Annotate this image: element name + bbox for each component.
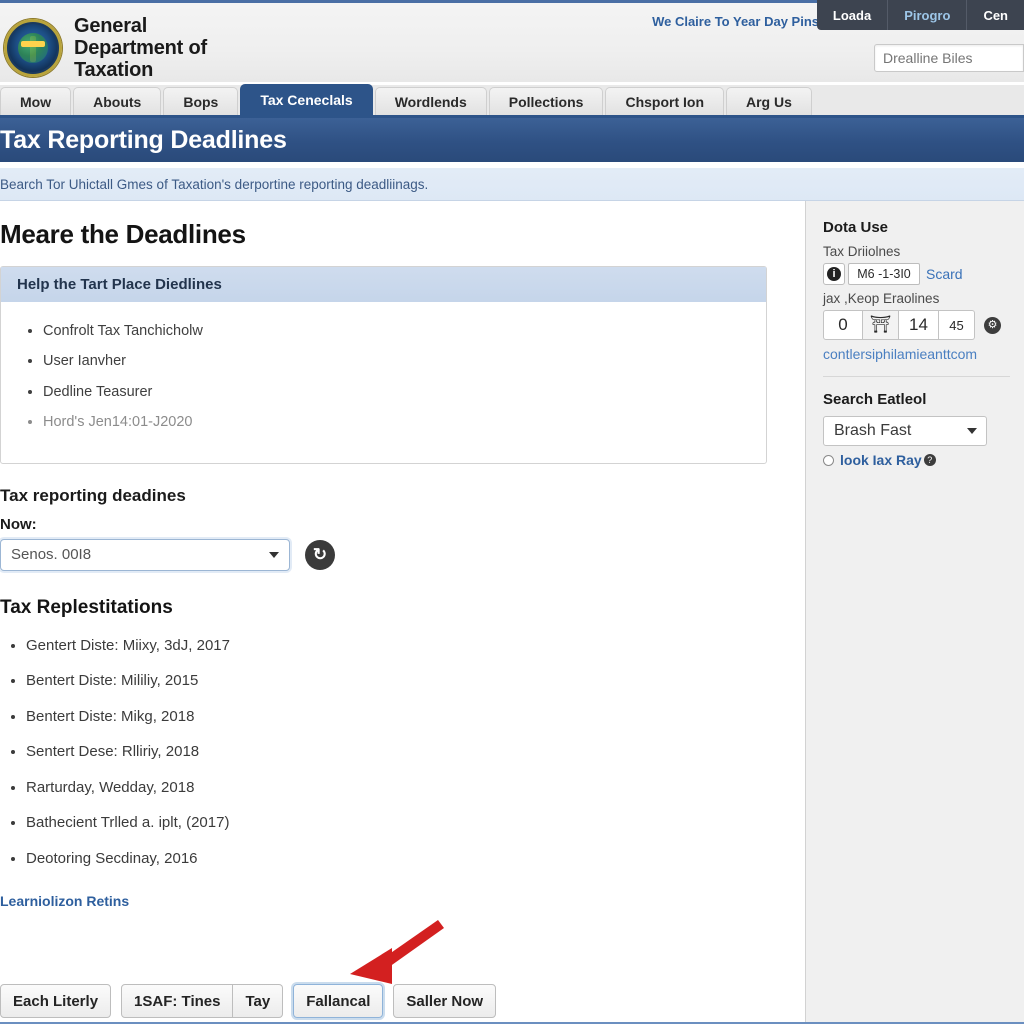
select-row: Senos. 00I8 ↻	[0, 538, 787, 571]
list-item: Deotoring Secdinay, 2016	[26, 850, 787, 868]
intro-text: Bearch Tor Uhictall Gmes of Taxation's d…	[0, 176, 429, 192]
nav-tab-wordlends[interactable]: Wordlends	[374, 87, 487, 115]
header-dark-tabs: Loada Pirogro Cen	[816, 0, 1024, 30]
help-panel-heading: Help the Tart Place Diedlines	[1, 267, 766, 302]
page-title-banner: Tax Reporting Deadlines	[0, 118, 1024, 162]
learn-more-link[interactable]: Learniolizon Retins	[0, 893, 787, 909]
sidebar-divider	[823, 376, 1010, 378]
sidebar-email-link[interactable]: contlersiphilamieanttcom	[823, 346, 1010, 362]
help-panel: Help the Tart Place Diedlines Confrolt T…	[0, 266, 767, 464]
sidebar-radio-label: look Iax Ray	[840, 452, 922, 469]
nav-tab-abouts[interactable]: Abouts	[73, 87, 162, 115]
logo-text: General Department of Taxation	[74, 15, 207, 81]
action-button-row: Each Literly 1SAF: Tines Tay Fallancal S…	[0, 984, 506, 1018]
info-icon-glyph: i	[827, 267, 841, 281]
select-field-label: Now:	[0, 515, 37, 533]
help-list: Confrolt Tax Tanchicholw User Ianvher De…	[17, 323, 750, 432]
list-item: Bentert Diste: Mililiy, 2015	[26, 673, 787, 690]
logo-line-3: Taxation	[74, 59, 154, 81]
help-panel-body: Confrolt Tax Tanchicholw User Ianvher De…	[1, 302, 766, 463]
content-area: Meare the Deadlines Help the Tart Place …	[0, 201, 1024, 1024]
list-item: User Ianvher	[43, 353, 750, 370]
help-icon[interactable]: ?	[923, 454, 936, 467]
sidebar-chip-row: i M6 -1-3I0 Scard	[823, 263, 1010, 285]
list-item: Confrolt Tax Tanchicholw	[43, 323, 750, 340]
red-arrow-pointer	[350, 920, 444, 984]
nav-tab-bops[interactable]: Bops	[163, 87, 239, 115]
page-title: Tax Reporting Deadlines	[0, 125, 287, 154]
sidebar-scard-link[interactable]: Scard	[926, 266, 963, 282]
right-sidebar: Dota Use Tax Driiolnes i M6 -1-3I0 Scard…	[805, 201, 1024, 1024]
list-heading: Tax Replestitations	[0, 596, 173, 618]
sidebar-number-row: 0 ⛩ 14 45 ⚙	[823, 310, 1010, 340]
header-utility-link[interactable]: We Claire To Year Day Pins	[652, 14, 819, 29]
list-item: Gentert Diste: Miixy, 3dJ, 2017	[26, 637, 787, 655]
chevron-down-icon	[269, 551, 279, 558]
dark-tab-cen[interactable]: Cen	[966, 0, 1024, 30]
list-item: Bathecient Trlled a. iplt, (2017)	[26, 815, 787, 832]
nav-tab-chsport-ion[interactable]: Chsport Ion	[605, 87, 724, 115]
deadline-select[interactable]: Senos. 00I8	[0, 538, 290, 571]
page-root: General Department of Taxation We Claire…	[0, 0, 1024, 1024]
deadline-select-value: Senos. 00I8	[11, 546, 92, 564]
chevron-down-icon	[967, 428, 977, 435]
saller-now-button[interactable]: Saller Now	[393, 984, 497, 1018]
subheading: Tax reporting deadines	[0, 485, 186, 505]
upload-icon[interactable]: ⛩	[863, 310, 899, 340]
logo-line-2: Department of	[74, 37, 207, 59]
sidebar-search-select-value: Brash Fast	[834, 422, 912, 440]
refresh-icon[interactable]: ↻	[305, 539, 335, 570]
list-item: Rarturday, Wedday, 2018	[26, 779, 787, 797]
sidebar-search-title: Search Eatleol	[823, 391, 927, 409]
nav-tab-mow[interactable]: Mow	[0, 87, 72, 115]
fallancal-button[interactable]: Fallancal	[293, 984, 384, 1018]
dark-tab-loada[interactable]: Loada	[817, 0, 887, 30]
list-item: Sentert Dese: Rlliriy, 2018	[26, 744, 787, 761]
list-item: Dedline Teasurer	[43, 384, 750, 401]
sidebar-title: Dota Use	[823, 219, 889, 236]
info-icon[interactable]: i	[823, 263, 845, 285]
nav-tab-pollections[interactable]: Pollections	[488, 87, 604, 115]
sidebar-label-2: jax ,Keop Eraolines	[823, 291, 940, 306]
header-search-box[interactable]	[874, 44, 1024, 72]
seal-globe-icon	[18, 33, 48, 63]
list-item: Hord's Jen14:01-J2020	[43, 414, 750, 431]
sidebar-number-2[interactable]: 14	[899, 310, 939, 340]
1saf-tines-button[interactable]: 1SAF: Tines	[121, 984, 234, 1018]
intro-strip: Bearch Tor Uhictall Gmes of Taxation's d…	[0, 168, 1024, 201]
dark-tab-pirogro[interactable]: Pirogro	[887, 0, 966, 30]
sidebar-number-1[interactable]: 0	[823, 310, 863, 340]
sidebar-chip-value[interactable]: M6 -1-3I0	[848, 263, 920, 285]
radio-button[interactable]	[823, 454, 834, 466]
government-seal-icon	[4, 19, 62, 77]
tay-button[interactable]: Tay	[233, 984, 284, 1018]
each-literly-button[interactable]: Each Literly	[0, 984, 112, 1018]
list-item: Bentert Diste: Mikg, 2018	[26, 708, 787, 726]
site-logo[interactable]: General Department of Taxation	[4, 15, 207, 81]
sidebar-label-1: Tax Driiolnes	[823, 244, 901, 259]
sidebar-search-select[interactable]: Brash Fast	[823, 416, 987, 447]
logo-line-1: General	[74, 15, 148, 37]
button-group: 1SAF: Tines Tay	[121, 984, 284, 1018]
sidebar-radio-row[interactable]: look Iax Ray ?	[823, 452, 1010, 468]
gear-icon[interactable]: ⚙	[984, 316, 1001, 334]
header-search-input[interactable]	[875, 45, 1023, 71]
sidebar-number-3[interactable]: 45	[939, 310, 975, 340]
deadline-date-list: Gentert Diste: Miixy, 3dJ, 2017 Bentert …	[0, 637, 787, 868]
nav-tab-list: Mow Abouts Bops Tax Ceneclals Wordlends …	[0, 84, 1024, 115]
nav-tab-tax-ceneclals[interactable]: Tax Ceneclals	[240, 84, 373, 115]
main-column: Meare the Deadlines Help the Tart Place …	[0, 201, 805, 1024]
section-heading: Meare the Deadlines	[0, 219, 246, 249]
primary-navigation: Mow Abouts Bops Tax Ceneclals Wordlends …	[0, 84, 1024, 118]
nav-tab-arg-us[interactable]: Arg Us	[726, 87, 812, 115]
